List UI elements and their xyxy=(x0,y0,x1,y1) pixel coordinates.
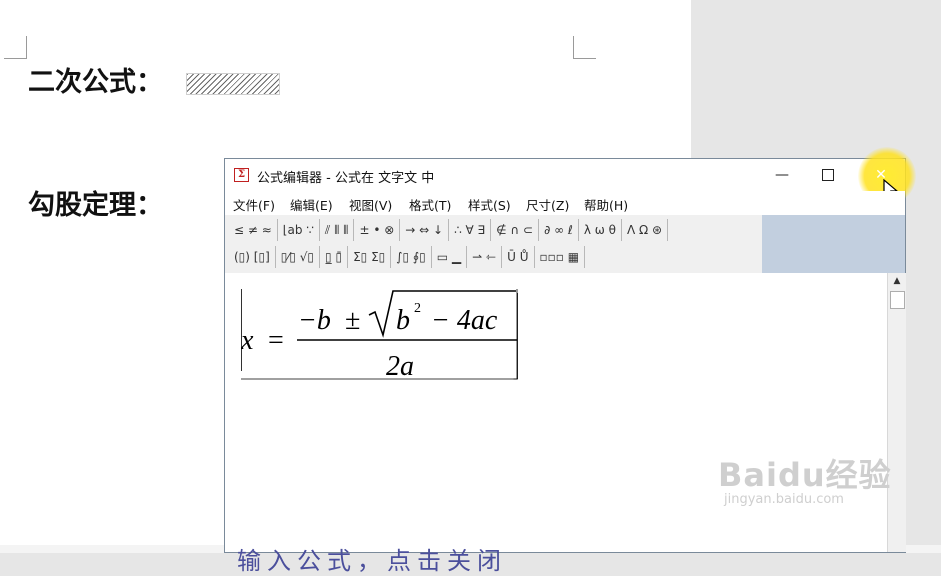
equation-editing-area[interactable]: x = −b ± b 2 − 4ac 2a 输入公式，点击关闭 xyxy=(225,273,887,575)
symbol-toolbar: ≤ ≠ ≈ ⌊ab ∵ ⫽ ⦀ ⦀ ± • ⊗ → ⇔ ↓ ∴ ∀ ∃ ∉ ∩ … xyxy=(225,215,905,273)
formula-radicand-b: b xyxy=(396,305,410,336)
menu-view[interactable]: 视图(V) xyxy=(349,195,392,214)
subscript-superscript-templates[interactable]: ▯̲ ▯̄ xyxy=(320,246,349,268)
scroll-up-arrow-icon[interactable]: ▲ xyxy=(888,273,906,289)
greek-uppercase-palette[interactable]: Λ Ω ⊛ xyxy=(622,219,669,241)
embellishments-palette[interactable]: ⫽ ⦀ ⦀ xyxy=(320,219,355,241)
underbar-overbar-templates[interactable]: ▭ ▁ xyxy=(432,246,468,268)
heading-quadratic-formula: 二次公式： xyxy=(28,67,163,98)
summation-templates[interactable]: Σ▯ Σ▯ xyxy=(348,246,392,268)
operators-palette[interactable]: ± • ⊗ xyxy=(354,219,401,241)
scroll-thumb[interactable] xyxy=(890,291,905,309)
equation-placeholder-object[interactable] xyxy=(186,73,280,95)
greek-lowercase-palette[interactable]: λ ω θ xyxy=(579,219,622,241)
formula-denominator: 2a xyxy=(386,351,414,381)
relations-palette[interactable]: ≤ ≠ ≈ xyxy=(229,219,278,241)
formula-plus-minus: ± xyxy=(345,305,360,336)
integral-templates[interactable]: ∫▯ ∮▯ xyxy=(391,246,432,268)
menu-size[interactable]: 尺寸(Z) xyxy=(526,195,569,214)
matrix-templates[interactable]: ▫▫▫ ▦ xyxy=(535,246,586,268)
fraction-radical-templates[interactable]: ▯⁄▯ √▯ xyxy=(276,246,321,268)
vertical-scrollbar[interactable]: ▲ xyxy=(887,273,906,552)
arrows-palette[interactable]: → ⇔ ↓ xyxy=(400,219,450,241)
formula-minus-b: −b xyxy=(298,305,331,336)
labeled-arrow-templates[interactable]: ⇀ ⇽ xyxy=(467,246,503,268)
heading-pythagorean-theorem: 勾股定理： xyxy=(28,190,163,221)
title-bar[interactable]: Σ 公式编辑器 - 公式在 文字文 中 — ✕ xyxy=(225,147,916,205)
window-title: 公式编辑器 - 公式在 文字文 中 xyxy=(257,171,435,186)
watermark-logo: Baidu经验 xyxy=(718,456,892,494)
set-theory-palette[interactable]: ∉ ∩ ⊂ xyxy=(491,219,540,241)
products-templates[interactable]: Ū Ů xyxy=(502,246,535,268)
menu-help[interactable]: 帮助(H) xyxy=(584,195,628,214)
crop-mark-top-right xyxy=(573,36,596,59)
menu-bar: 文件(F) 编辑(E) 视图(V) 格式(T) 样式(S) 尺寸(Z) 帮助(H… xyxy=(225,191,905,215)
menu-edit[interactable]: 编辑(E) xyxy=(290,195,333,214)
menu-format[interactable]: 格式(T) xyxy=(409,195,451,214)
spaces-ellipses-palette[interactable]: ⌊ab ∵ xyxy=(278,219,320,241)
formula-minus-4ac: − 4ac xyxy=(431,305,498,336)
maximize-icon xyxy=(822,169,834,181)
equation-editor-app-icon: Σ xyxy=(234,168,249,182)
misc-symbols-palette[interactable]: ∂ ∞ ℓ xyxy=(539,219,579,241)
symbol-palette-row: ≤ ≠ ≈ ⌊ab ∵ ⫽ ⦀ ⦀ ± • ⊗ → ⇔ ↓ ∴ ∀ ∃ ∉ ∩ … xyxy=(229,217,669,243)
toolbar-empty-area xyxy=(762,215,905,273)
logic-palette[interactable]: ∴ ∀ ∃ xyxy=(449,219,492,241)
template-palette-row: (▯) [▯] ▯⁄▯ √▯ ▯̲ ▯̄ Σ▯ Σ▯ ∫▯ ∮▯ ▭ ▁ ⇀ ⇽… xyxy=(229,244,586,270)
quadratic-formula: x = −b ± b 2 − 4ac 2a xyxy=(241,288,518,381)
baidu-jingyan-watermark: Baidu经验 jingyan.baidu.com xyxy=(718,450,892,507)
fence-templates[interactable]: (▯) [▯] xyxy=(229,246,276,268)
crop-mark-top-left xyxy=(4,36,27,59)
formula-equals: = xyxy=(268,325,284,356)
partially-visible-caption: 输入公式，点击关闭 xyxy=(237,547,507,575)
menu-file[interactable]: 文件(F) xyxy=(233,195,275,214)
formula-lhs: x xyxy=(241,325,254,356)
formula-exponent: 2 xyxy=(414,301,421,316)
maximize-button[interactable] xyxy=(805,159,851,191)
minimize-button[interactable]: — xyxy=(759,159,805,191)
menu-style[interactable]: 样式(S) xyxy=(468,195,511,214)
